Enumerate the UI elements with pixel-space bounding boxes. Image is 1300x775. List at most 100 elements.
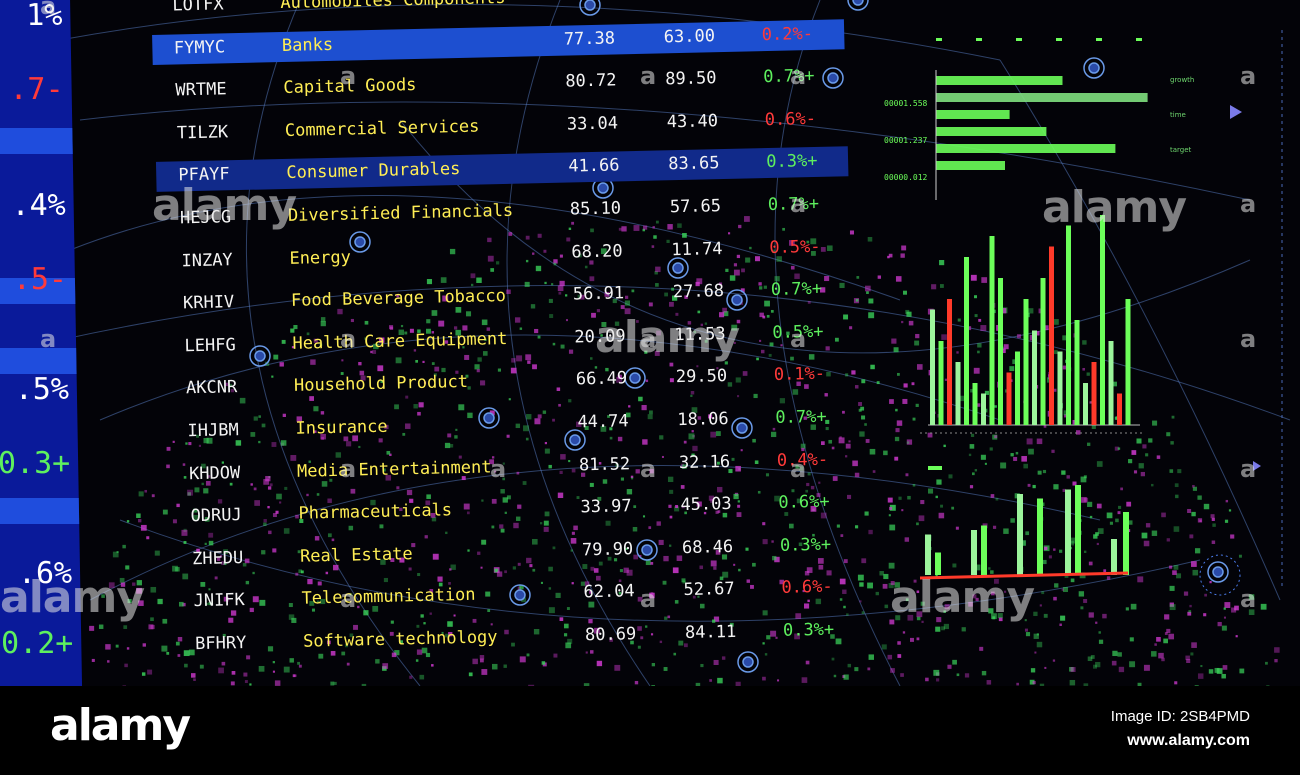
- table-row[interactable]: BFHRY Software technology 80.69 84.11 0.3%+: [173, 615, 866, 661]
- row-value-b: 89.50: [665, 68, 717, 90]
- vbar: [1091, 362, 1097, 425]
- particle: [541, 661, 546, 665]
- particle: [847, 663, 852, 668]
- particle: [231, 671, 236, 675]
- row-symbol: AKCNR: [185, 377, 238, 399]
- row-value-b: 68.46: [681, 536, 734, 558]
- table-row[interactable]: IHJBM Insurance 44.74 18.06 0.7%+: [165, 402, 858, 448]
- row-value-a: 44.74: [577, 411, 629, 433]
- particle: [1200, 665, 1203, 668]
- particle: [1069, 679, 1076, 686]
- vbar: [964, 257, 969, 425]
- particle: [107, 660, 110, 663]
- table-row[interactable]: TILZK Commercial Services 33.04 43.40 0.6%-: [155, 104, 848, 150]
- table-row[interactable]: KHDOW Media Entertainment 81.52 32.16 0.4%-: [167, 445, 860, 491]
- row-value-b: 18.06: [677, 408, 729, 431]
- side-value: .4%: [11, 188, 66, 223]
- row-value-a: 62.04: [583, 581, 635, 603]
- particle: [491, 663, 498, 670]
- table-row[interactable]: ZHEDU Real Estate 79.90 68.46 0.3%+: [170, 530, 863, 576]
- vbar: [1117, 393, 1122, 425]
- side-value: .5%: [14, 372, 70, 407]
- vbar: [1074, 320, 1080, 425]
- particle: [230, 681, 235, 686]
- particle: [651, 662, 656, 667]
- row-change: 0.7%+: [770, 279, 823, 301]
- particle: [890, 668, 895, 673]
- table-row[interactable]: INZAY Energy 68.20 11.74 0.5%-: [159, 232, 852, 278]
- row-name: Household Product: [293, 372, 469, 397]
- table-row[interactable]: FYMYC Banks 77.38 63.00 0.2%-: [151, 18, 845, 65]
- particle: [1174, 681, 1178, 685]
- vbar: [1108, 341, 1114, 425]
- particle: [258, 665, 265, 672]
- particle: [1112, 650, 1118, 657]
- row-symbol: TILZK: [176, 122, 229, 144]
- particle: [833, 674, 837, 678]
- row-symbol: IHJBM: [187, 420, 239, 442]
- row-value-b: 63.00: [663, 25, 716, 47]
- particle: [1186, 658, 1191, 664]
- table-row[interactable]: JNIFK Telecommunication 62.04 52.67 0.6%-: [171, 572, 864, 618]
- particle: [244, 680, 248, 683]
- table-row[interactable]: LEHFG Health Care Equipment 20.09 11.53 0.5%…: [162, 317, 855, 363]
- vbar: [1125, 299, 1131, 425]
- row-value-b: 83.65: [668, 153, 720, 175]
- site-url[interactable]: www.alamy.com: [1127, 732, 1250, 750]
- watermark-glyph: a: [790, 62, 807, 90]
- row-change: 0.5%-: [769, 236, 821, 258]
- particle: [146, 536, 150, 540]
- particle: [721, 656, 726, 660]
- particle: [126, 520, 130, 523]
- watermark-glyph: a: [1240, 62, 1257, 90]
- particle: [191, 673, 196, 678]
- particle: [298, 664, 302, 668]
- bottom-bar: [1065, 489, 1071, 575]
- hbar-label: 00000.012: [884, 173, 928, 182]
- particle: [193, 678, 196, 681]
- particle: [1239, 668, 1245, 674]
- watermark-glyph: a: [1240, 325, 1257, 353]
- particle: [867, 667, 871, 671]
- row-value-a: 80.72: [565, 70, 617, 92]
- particle: [717, 677, 723, 684]
- particle: [468, 672, 473, 677]
- dash-marker: [1056, 38, 1062, 41]
- hbar-side-label: growth: [1170, 76, 1194, 84]
- watermark-glyph: a: [1240, 585, 1257, 613]
- row-symbol: INZAY: [181, 249, 233, 271]
- table-row[interactable]: KRHIV Food Beverage Tobacco 56.91 27.68 0.7%…: [161, 274, 854, 320]
- hbar: [936, 127, 1047, 136]
- row-name: Banks: [281, 34, 334, 56]
- particle: [126, 647, 130, 650]
- particle: [283, 666, 290, 673]
- row-symbol: ODRUJ: [190, 505, 242, 527]
- table-row[interactable]: LOTFX Automobiles Components: [150, 0, 843, 22]
- row-value-a: 85.10: [569, 198, 622, 220]
- vbar: [1057, 351, 1063, 425]
- side-value: 0.2+: [0, 626, 74, 661]
- particle: [98, 624, 104, 629]
- watermark-glyph: a: [340, 585, 357, 613]
- row-change: 0.7%+: [775, 406, 827, 428]
- particle: [151, 494, 155, 498]
- particle: [124, 663, 128, 668]
- row-value-a: 80.69: [584, 624, 637, 646]
- watermark: alamy: [1042, 182, 1187, 233]
- row-value-b: 57.65: [669, 196, 722, 218]
- side-stripe: [0, 348, 77, 374]
- particle: [382, 663, 389, 669]
- table-row[interactable]: ODRUJ Pharmaceuticals 33.97 45.03 0.6%+: [168, 487, 861, 533]
- row-change: 0.3%+: [766, 151, 818, 173]
- bottom-bar: [1017, 494, 1023, 575]
- table-row[interactable]: WRTME Capital Goods 80.72 89.50 0.7%+: [153, 61, 846, 107]
- particle: [1216, 668, 1223, 674]
- table-row[interactable]: AKCNR Household Product 66.49 29.50 0.1%-: [164, 359, 857, 405]
- particle: [218, 667, 224, 674]
- particle: [1208, 669, 1214, 674]
- footer-logo: alamy: [50, 700, 191, 751]
- side-stripe: [0, 498, 80, 524]
- row-symbol: KRHIV: [182, 292, 235, 314]
- bottom-bar: [971, 530, 977, 575]
- particle: [419, 674, 425, 680]
